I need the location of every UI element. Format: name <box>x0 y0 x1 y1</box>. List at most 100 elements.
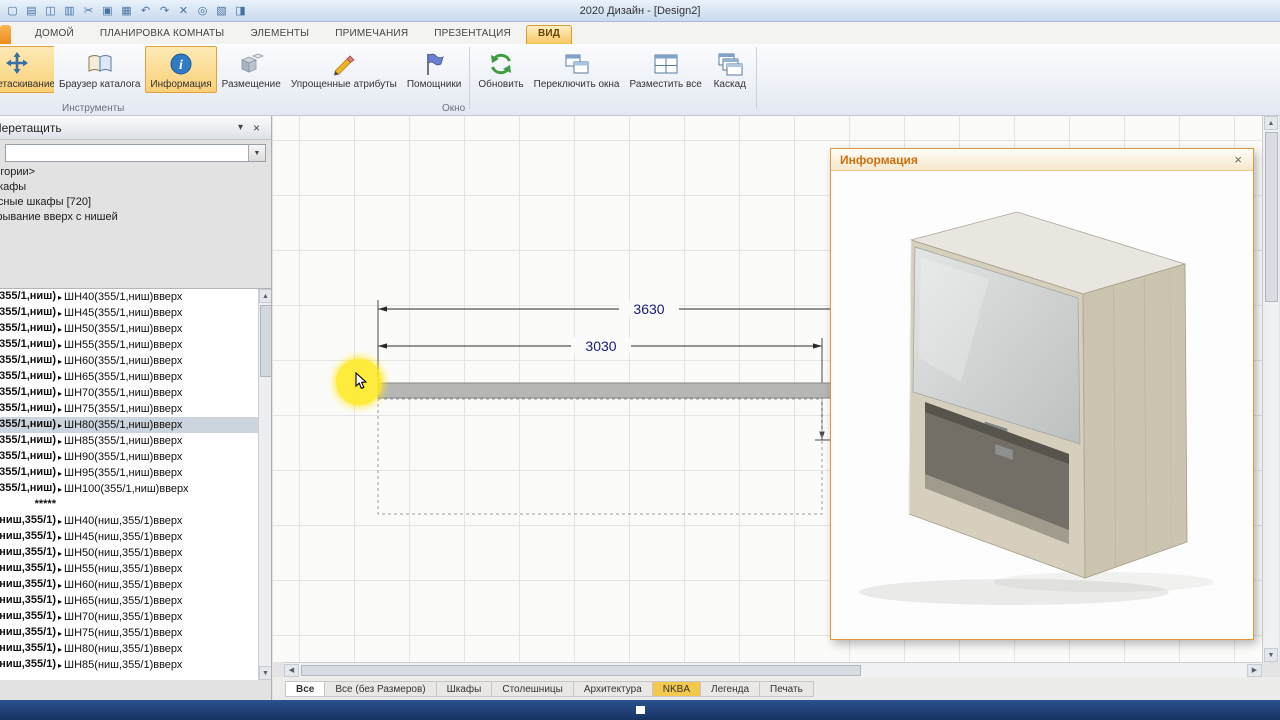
ribbon-tab-notes[interactable]: ПРИМЕЧАНИЯ <box>324 25 419 44</box>
list-item[interactable]: ***** <box>0 497 258 513</box>
tree-item-wall-cabinets[interactable]: Навесные шкафы [720] <box>0 195 271 210</box>
placement-button[interactable]: Размещение <box>217 46 286 93</box>
canvas-vertical-scrollbar[interactable]: ▲ ▼ <box>1262 116 1279 662</box>
application-menu-button[interactable] <box>0 25 11 44</box>
simplified-attributes-button[interactable]: Упрощенные атрибуты <box>286 46 402 93</box>
scroll-down-icon[interactable]: ▼ <box>258 666 271 680</box>
sheet-tab-all[interactable]: Все <box>285 681 326 697</box>
list-item[interactable]: ШН90(355/1,ниш)▸ШН90(355/1,ниш)вверх <box>0 449 258 465</box>
tree-item-cabinets[interactable]: Шкафы <box>0 180 271 195</box>
horizontal-scroll-thumb[interactable] <box>301 664 861 676</box>
ribbon-separator <box>469 47 471 109</box>
list-item[interactable]: ШН45(ниш,355/1)▸ШН45(ниш,355/1)вверх <box>0 529 258 545</box>
views-icon[interactable]: ◨ <box>232 2 249 19</box>
list-item[interactable]: ШН75(ниш,355/1)▸ШН75(ниш,355/1)вверх <box>0 625 258 641</box>
list-item[interactable]: ШН50(ниш,355/1)▸ШН50(ниш,355/1)вверх <box>0 545 258 561</box>
category-combobox[interactable]: ▼ <box>5 144 266 162</box>
sheet-tab-cabinets[interactable]: Шкафы <box>436 681 493 697</box>
ribbon: Перетаскивание Браузер каталога i Информ… <box>0 44 1280 116</box>
ribbon-tab-view[interactable]: ВИД <box>525 25 573 44</box>
drag-mode-button[interactable]: Перетаскивание <box>0 46 54 93</box>
sheet-tab-countertops[interactable]: Столешницы <box>492 681 574 697</box>
cut-icon[interactable]: ✂ <box>80 2 97 19</box>
new-icon[interactable]: ▢ <box>4 2 21 19</box>
list-item[interactable]: ШН40(355/1,ниш)▸ШН40(355/1,ниш)вверх <box>0 289 258 305</box>
list-item-name: ***** <box>34 498 56 510</box>
list-item[interactable]: ШН45(355/1,ниш)▸ШН45(355/1,ниш)вверх <box>0 305 258 321</box>
list-item[interactable]: ШН55(ниш,355/1)▸ШН55(ниш,355/1)вверх <box>0 561 258 577</box>
information-button[interactable]: i Информация <box>145 46 217 93</box>
redo-icon[interactable]: ↷ <box>156 2 173 19</box>
scroll-left-icon[interactable]: ◀ <box>284 663 299 677</box>
ribbon-tab-home[interactable]: ДОМОЙ <box>24 25 85 44</box>
sheet-tab-architecture[interactable]: Архитектура <box>573 681 653 697</box>
scroll-up-icon[interactable]: ▲ <box>1264 116 1278 130</box>
sheet-tab-all-no-dims[interactable]: Все (без Размеров) <box>325 681 437 697</box>
list-item[interactable]: ШН70(355/1,ниш)▸ШН70(355/1,ниш)вверх <box>0 385 258 401</box>
list-item-name: ШН70(ниш,355/1) <box>0 610 56 622</box>
copy-icon[interactable]: ▣ <box>99 2 116 19</box>
catalog-browser-button[interactable]: Браузер каталога <box>54 46 145 93</box>
category-tree: <категории> Шкафы Навесные шкафы [720] О… <box>0 165 271 281</box>
list-item[interactable]: ШН65(ниш,355/1)▸ШН65(ниш,355/1)вверх <box>0 593 258 609</box>
open-icon[interactable]: ▤ <box>23 2 40 19</box>
list-scrollbar[interactable]: ▲ ▼ <box>258 289 271 680</box>
maps-to-icon: ▸ <box>58 404 63 414</box>
ribbon-tab-elements[interactable]: ЭЛЕМЕНТЫ <box>239 25 320 44</box>
switch-windows-button[interactable]: Переключить окна <box>529 46 625 93</box>
list-scroll-thumb[interactable] <box>259 305 271 377</box>
sheet-tab-print[interactable]: Печать <box>760 681 814 697</box>
zoom-icon[interactable]: ◎ <box>194 2 211 19</box>
refresh-button[interactable]: Обновить <box>473 46 528 93</box>
paste-icon[interactable]: ▦ <box>118 2 135 19</box>
maps-to-icon: ▸ <box>58 660 63 670</box>
list-item-variant: ШН50(355/1,ниш)вверх <box>64 323 183 335</box>
save-icon[interactable]: ◫ <box>42 2 59 19</box>
list-item[interactable]: ШН55(355/1,ниш)▸ШН55(355/1,ниш)вверх <box>0 337 258 353</box>
print-icon[interactable]: ▥ <box>61 2 78 19</box>
canvas-horizontal-scrollbar[interactable]: ◀ ▶ <box>284 662 1262 677</box>
sheet-tab-nkba[interactable]: NKBA <box>652 681 701 697</box>
grid-icon[interactable]: ▧ <box>213 2 230 19</box>
scroll-down-icon[interactable]: ▼ <box>1264 648 1278 662</box>
simplified-attributes-icon <box>333 55 355 76</box>
tree-item-open-up-niche[interactable]: Открывание вверх с нишей <box>0 210 271 225</box>
list-item[interactable]: ШН60(ниш,355/1)▸ШН60(ниш,355/1)вверх <box>0 577 258 593</box>
list-item[interactable]: ШН70(ниш,355/1)▸ШН70(ниш,355/1)вверх <box>0 609 258 625</box>
tree-item-categories[interactable]: <категории> <box>0 165 271 180</box>
sheet-tab-legend[interactable]: Легенда <box>701 681 761 697</box>
list-item[interactable]: ШН40(ниш,355/1)▸ШН40(ниш,355/1)вверх <box>0 513 258 529</box>
arrange-all-button[interactable]: Разместить все <box>624 46 706 93</box>
list-item[interactable]: ШН85(ниш,355/1)▸ШН85(ниш,355/1)вверх <box>0 657 258 673</box>
list-item[interactable]: ШН65(355/1,ниш)▸ШН65(355/1,ниш)вверх <box>0 369 258 385</box>
list-item-name: ШН45(ниш,355/1) <box>0 530 56 542</box>
ribbon-tab-room-planning[interactable]: ПЛАНИРОВКА КОМНАТЫ <box>89 25 236 44</box>
information-icon: i <box>170 53 192 75</box>
list-item[interactable]: ШН80(ниш,355/1)▸ШН80(ниш,355/1)вверх <box>0 641 258 657</box>
list-item[interactable]: ШН85(355/1,ниш)▸ШН85(355/1,ниш)вверх <box>0 433 258 449</box>
maps-to-icon: ▸ <box>58 452 63 462</box>
assistants-button[interactable]: Помощники <box>402 46 466 93</box>
list-item-name: ШН80(ниш,355/1) <box>0 642 56 654</box>
list-item[interactable]: ШН95(355/1,ниш)▸ШН95(355/1,ниш)вверх <box>0 465 258 481</box>
panel-close-icon[interactable]: × <box>248 121 265 135</box>
list-item[interactable]: ШН60(355/1,ниш)▸ШН60(355/1,ниш)вверх <box>0 353 258 369</box>
list-item[interactable]: ШН100(355/1,ниш)▸ШН100(355/1,ниш)вверх <box>0 481 258 497</box>
vertical-scroll-thumb[interactable] <box>1264 132 1278 302</box>
list-item[interactable]: ШН80(355/1,ниш)▸ШН80(355/1,ниш)вверх <box>0 417 258 433</box>
list-item[interactable]: ШН75(355/1,ниш)▸ШН75(355/1,ниш)вверх <box>0 401 258 417</box>
scroll-right-icon[interactable]: ▶ <box>1247 663 1262 677</box>
information-window-titlebar[interactable]: Информация × <box>831 149 1253 171</box>
cascade-button[interactable]: Каскад <box>707 46 753 93</box>
window-close-icon[interactable]: × <box>1232 152 1244 167</box>
delete-icon[interactable]: ✕ <box>175 2 192 19</box>
catalog-item-list: ШН40(355/1,ниш)▸ШН40(355/1,ниш)вверхШН45… <box>0 288 271 680</box>
maps-to-icon: ▸ <box>58 564 63 574</box>
ribbon-tab-presentation[interactable]: ПРЕЗЕНТАЦИЯ <box>423 25 522 44</box>
list-item[interactable]: ШН50(355/1,ниш)▸ШН50(355/1,ниш)вверх <box>0 321 258 337</box>
combobox-dropdown-icon[interactable]: ▼ <box>248 145 265 161</box>
undo-icon[interactable]: ↶ <box>137 2 154 19</box>
panel-menu-icon[interactable]: ▾ <box>233 122 248 133</box>
drag-panel-header[interactable]: Перетащить ▾ × <box>0 116 271 140</box>
scroll-up-icon[interactable]: ▲ <box>258 289 271 303</box>
